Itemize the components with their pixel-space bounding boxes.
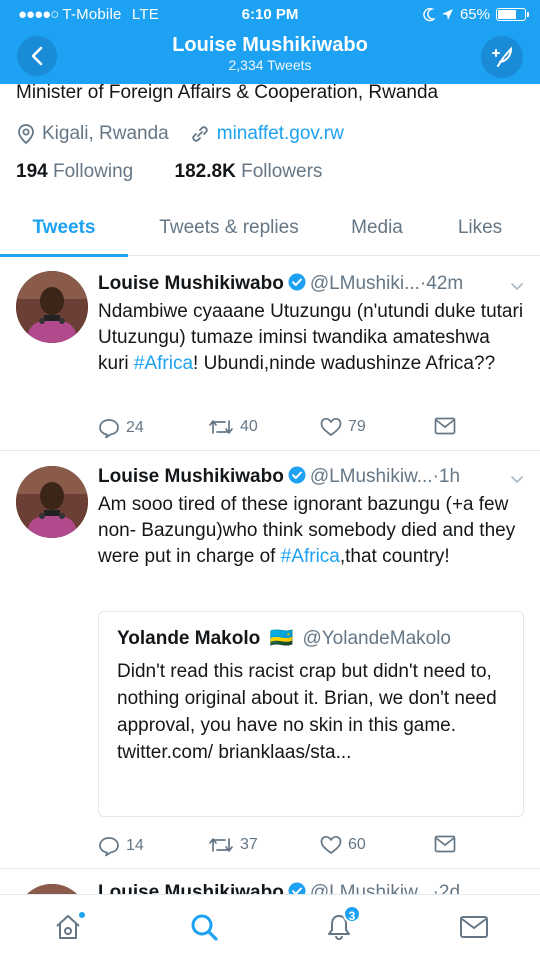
profile-tabs: Tweets Tweets & replies Media Likes: [0, 206, 540, 257]
bottom-tab-bar: 3: [0, 894, 540, 960]
quoted-tweet[interactable]: Yolande Makolo 🇷🇼 @YolandeMakolo Didn't …: [98, 611, 524, 817]
tweet-text-part: ,that country!: [339, 546, 450, 567]
battery-percent: 65%: [459, 6, 490, 23]
author-handle: @LMushiki...: [309, 273, 420, 294]
tweet-actions: 24 40 79: [98, 417, 478, 441]
verified-badge-icon: [288, 466, 306, 484]
chevron-down-icon[interactable]: [510, 472, 524, 486]
followers-count: 182.8K: [174, 161, 236, 182]
retweet-count: 37: [240, 836, 258, 853]
compose-tweet-button[interactable]: [481, 36, 523, 78]
reply-count: 24: [126, 419, 144, 436]
profile-header: ●●●●○ T-Mobile LTE 6:10 PM 65% Louise Mu…: [0, 0, 540, 84]
retweet-button[interactable]: 40: [208, 417, 258, 437]
reply-button[interactable]: 24: [98, 417, 144, 439]
direct-message-button[interactable]: [434, 835, 456, 853]
tab-tweets[interactable]: Tweets: [0, 206, 128, 257]
location-arrow-icon: [441, 9, 453, 20]
heart-icon: [320, 417, 342, 436]
tweet-time: ·42m: [419, 273, 464, 294]
retweet-button[interactable]: 37: [208, 835, 258, 855]
like-count: 60: [348, 836, 366, 853]
tweet[interactable]: Louise Mushikiwabo @LMushiki...·42m Ndamb…: [0, 257, 540, 451]
rwanda-flag-icon: 🇷🇼: [269, 628, 294, 649]
like-button[interactable]: 60: [320, 835, 366, 855]
quoted-author-handle: @YolandeMakolo: [302, 628, 451, 649]
tweet-time: ·1h: [432, 466, 461, 487]
reply-count: 14: [126, 837, 144, 854]
profile-meta: Kigali, Rwanda minaffet.gov.rw: [16, 120, 344, 148]
author-name[interactable]: Louise Mushikiwabo: [98, 466, 284, 487]
search-icon: [191, 914, 218, 941]
new-content-dot: [78, 911, 86, 919]
profile-location: Kigali, Rwanda: [42, 123, 169, 144]
profile-website-link[interactable]: minaffet.gov.rw: [217, 123, 344, 145]
quoted-tweet-header: Yolande Makolo 🇷🇼 @YolandeMakolo: [117, 626, 451, 650]
author-handle: @LMushikiw...: [309, 466, 433, 487]
chevron-down-icon[interactable]: [510, 279, 524, 293]
messages-tab[interactable]: [456, 909, 492, 945]
notifications-tab[interactable]: 3: [321, 905, 361, 945]
retweet-icon: [209, 420, 233, 434]
tab-media[interactable]: Media: [330, 206, 424, 256]
following-count: 194: [16, 161, 48, 182]
author-name[interactable]: Louise Mushikiwabo: [98, 273, 284, 294]
profile-bio: Minister of Foreign Affairs & Cooperatio…: [16, 82, 439, 103]
avatar[interactable]: [16, 466, 88, 538]
avatar[interactable]: [16, 271, 88, 343]
profile-screen: ●●●●○ T-Mobile LTE 6:10 PM 65% Louise Mu…: [0, 0, 540, 960]
like-button[interactable]: 79: [320, 417, 366, 437]
avatar-photo: [16, 466, 88, 538]
reply-button[interactable]: 14: [98, 835, 144, 857]
retweet-icon: [209, 838, 233, 852]
home-tab[interactable]: [50, 909, 86, 945]
tweet-count: 2,334 Tweets: [228, 57, 312, 73]
notifications-badge: 3: [343, 905, 361, 923]
hashtag-link[interactable]: #Africa: [134, 353, 193, 374]
heart-icon: [320, 835, 342, 854]
following-link[interactable]: 194 Following: [16, 161, 133, 182]
envelope-icon: [434, 417, 456, 435]
tweet-text: Ndambiwe cyaaane Utuzungu (n'utundi duke…: [98, 299, 524, 377]
compose-feather-icon: [492, 46, 513, 67]
moon-icon: [423, 7, 435, 21]
tab-tweets-and-replies[interactable]: Tweets & replies: [140, 206, 318, 256]
tweet-text: Am sooo tired of these ignorant bazungu …: [98, 492, 524, 570]
verified-badge-icon: [288, 273, 306, 291]
tweet-header: Louise Mushikiwabo @LMushiki...·42m: [98, 273, 524, 295]
search-tab[interactable]: [186, 909, 222, 945]
envelope-icon: [434, 835, 456, 853]
tweet[interactable]: Louise Mushikiwabo @LMushikiw...·1h Am so…: [0, 452, 540, 869]
status-right: 65%: [423, 6, 529, 23]
hashtag-link[interactable]: #Africa: [281, 546, 340, 567]
tweet-text-part: ! Ubundi,ninde wadushinze Africa??: [193, 353, 496, 374]
status-bar: ●●●●○ T-Mobile LTE 6:10 PM 65%: [0, 4, 540, 26]
envelope-icon: [460, 916, 488, 938]
retweet-count: 40: [240, 418, 258, 435]
link-icon: [189, 123, 211, 145]
profile-name-title: Louise Mushikiwabo: [172, 34, 368, 56]
followers-link[interactable]: 182.8K Followers: [175, 161, 323, 182]
followers-label: Followers: [241, 161, 323, 182]
tweet-header: Louise Mushikiwabo @LMushikiw...·1h: [98, 466, 524, 488]
follow-stats: 194 Following 182.8K Followers: [16, 161, 322, 183]
tab-likes[interactable]: Likes: [436, 206, 524, 256]
reply-icon: [99, 837, 119, 857]
direct-message-button[interactable]: [434, 417, 456, 435]
tweet-actions: 14 37 60: [98, 835, 478, 859]
reply-icon: [99, 419, 119, 439]
quoted-tweet-text: Didn't read this racist crap but didn't …: [117, 661, 497, 763]
following-label: Following: [52, 161, 134, 182]
battery-icon: [496, 8, 529, 21]
quoted-author-name: Yolande Makolo: [117, 628, 261, 649]
location-pin-icon: [16, 123, 36, 145]
avatar-photo: [16, 271, 88, 343]
like-count: 79: [348, 418, 366, 435]
